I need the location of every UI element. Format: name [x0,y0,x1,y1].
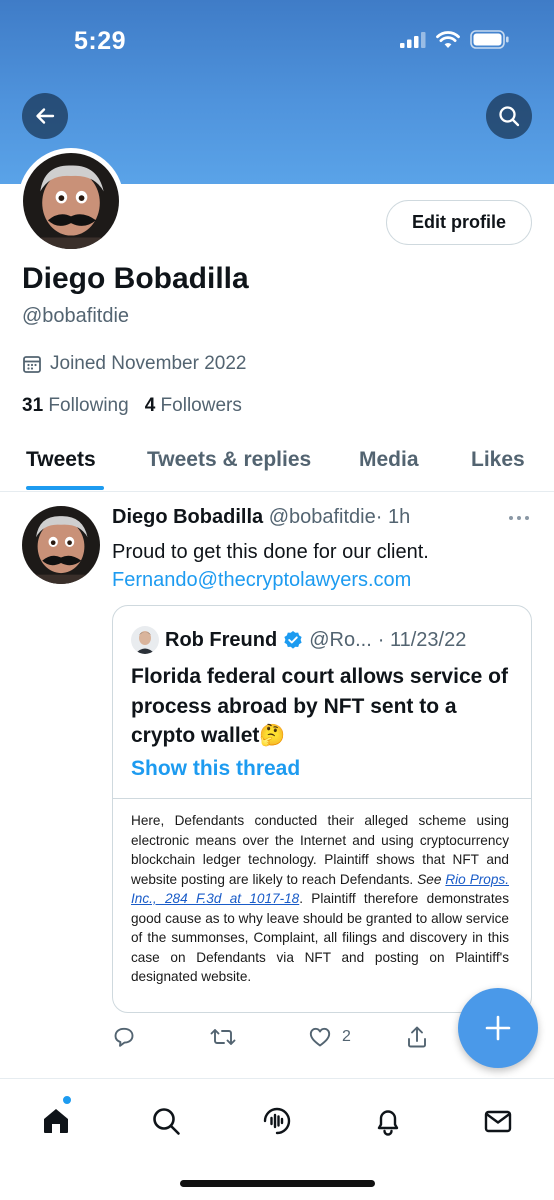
tab-media[interactable]: Media [359,448,419,472]
home-indicator [180,1180,375,1187]
following-link[interactable]: 31 Following [22,395,129,417]
verified-badge-icon [284,631,302,649]
joined-date: Joined November 2022 [22,353,246,375]
quoted-tweet-header: Rob Freund @Ro... · 11/23/22 [131,626,466,654]
following-count: 31 [22,395,44,416]
profile-avatar[interactable] [18,148,124,254]
nav-messages[interactable] [478,1101,518,1141]
show-thread-link[interactable]: Show this thread [131,757,300,781]
quoted-text-body: Florida federal court allows service of … [131,665,508,747]
tweet-header: Diego Bobadilla @bobafitdie· 1h [112,506,410,529]
like-icon [309,1027,331,1047]
search-button[interactable] [486,93,532,139]
status-time: 5:29 [74,27,127,55]
edit-profile-button[interactable]: Edit profile [386,200,532,245]
back-arrow-icon [36,108,55,124]
following-label: Following [48,395,129,416]
avatar-photo [23,153,119,249]
followers-link[interactable]: 4 Followers [145,395,242,417]
tweet-author-name[interactable]: Diego Bobadilla [112,506,263,528]
status-icons [400,30,510,49]
nav-spaces[interactable] [257,1101,297,1141]
share-icon [408,1026,426,1048]
follow-stats: 31 Following 4 Followers [22,395,242,417]
like-count: 2 [342,1028,351,1045]
spaces-icon [263,1107,291,1135]
wifi-icon [436,30,460,48]
tweet-body: Proud to get this done for our client. F… [112,538,532,594]
calendar-icon [23,356,41,373]
tweet-email-link[interactable]: Fernando@thecryptolawyers.com [112,566,532,594]
profile-display-name: Diego Bobadilla [22,262,249,295]
cellular-signal-icon [400,31,426,48]
reply-icon [114,1027,134,1047]
quoted-author-name: Rob Freund [165,628,278,651]
quoted-tweet-card[interactable]: Rob Freund @Ro... · 11/23/22 Florida fed… [112,605,532,1013]
home-notification-dot [62,1095,72,1105]
joined-text: Joined November 2022 [50,353,247,374]
court-document-excerpt: Here, Defendants conducted their alleged… [113,798,531,1012]
quoted-author-handle: @Ro... [309,628,372,651]
followers-count: 4 [144,395,156,416]
mail-icon [484,1110,512,1133]
nav-search[interactable] [146,1101,186,1141]
tweet-timestamp[interactable]: · 1h [376,506,410,528]
excerpt-see: See [417,871,442,887]
search-icon [499,106,520,127]
home-icon [44,1109,68,1133]
tab-tweets-replies[interactable]: Tweets & replies [147,448,311,472]
quoted-author-avatar [131,626,159,654]
profile-tabs: Tweets Tweets & replies Media Likes [0,440,554,492]
tab-tweets[interactable]: Tweets [26,448,96,472]
thinking-emoji: 🤔 [259,724,286,747]
search-icon [153,1108,180,1135]
share-button[interactable] [406,1025,428,1049]
retweet-button[interactable] [210,1025,236,1049]
more-icon[interactable] [508,514,530,522]
tab-likes[interactable]: Likes [471,448,525,472]
tweet-author-handle[interactable]: @bobafitdie [269,506,376,528]
followers-label: Followers [160,395,242,416]
compose-tweet-button[interactable] [458,988,538,1068]
status-bar: 5:29 [0,0,554,80]
active-tab-indicator [26,486,104,490]
quoted-tweet-text: Florida federal court allows service of … [131,662,521,751]
nav-notifications[interactable] [368,1101,408,1141]
profile-handle: @bobafitdie [22,305,130,327]
bell-icon [377,1110,399,1136]
nav-home[interactable] [36,1101,76,1141]
quoted-tweet-date: · 11/23/22 [377,628,467,651]
compose-plus-icon [485,1015,511,1041]
reply-button[interactable] [112,1025,136,1049]
tweet-text: Proud to get this done for our client. [112,541,429,563]
back-button[interactable] [22,93,68,139]
like-button[interactable]: 2 [308,1025,351,1049]
avatar-photo [22,506,100,584]
tweet-author-avatar[interactable] [22,506,100,584]
battery-icon [470,30,509,49]
retweet-icon [210,1029,236,1045]
